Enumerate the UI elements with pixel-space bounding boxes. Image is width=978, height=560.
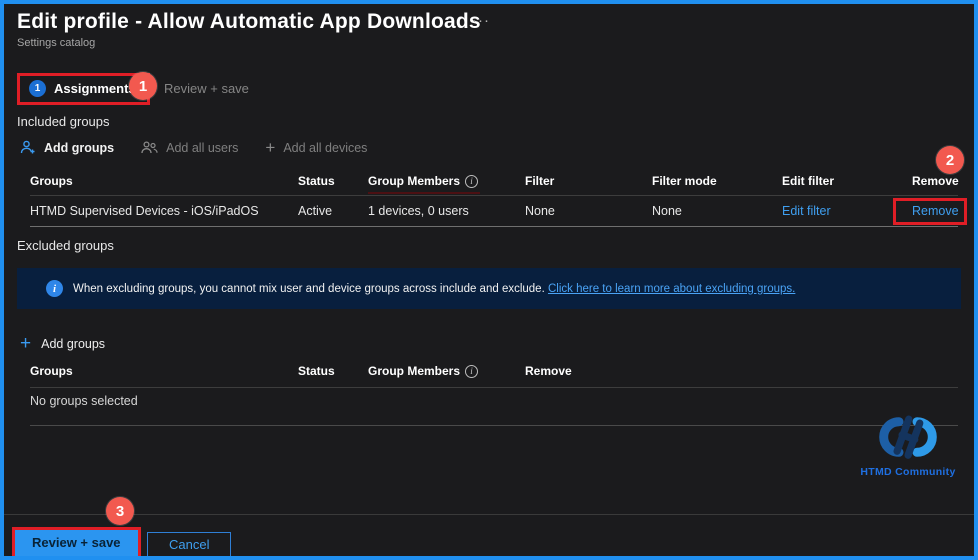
divider xyxy=(4,514,974,515)
annotation-badge-1: 1 xyxy=(129,72,157,100)
cell-filter-mode: None xyxy=(652,204,682,218)
add-all-devices-label: Add all devices xyxy=(283,140,368,155)
divider xyxy=(30,387,958,388)
more-options-icon[interactable]: ··· xyxy=(472,12,490,29)
col-groups[interactable]: Groups xyxy=(30,174,298,188)
add-all-devices-button[interactable]: + Add all devices xyxy=(265,139,367,156)
excluded-add-groups-label: Add groups xyxy=(41,336,106,351)
people-icon xyxy=(141,140,158,155)
col-remove[interactable]: Remove xyxy=(525,364,645,378)
htmd-logo-icon xyxy=(879,415,937,459)
col-status[interactable]: Status xyxy=(298,364,368,378)
info-icon: i xyxy=(46,280,63,297)
review-save-button[interactable]: Review + save xyxy=(15,530,138,556)
banner-text: When excluding groups, you cannot mix us… xyxy=(73,282,796,295)
htmd-community-logo: HTMD Community xyxy=(854,410,962,478)
plus-icon: + xyxy=(265,138,276,157)
cell-status: Active xyxy=(298,204,333,218)
excluded-groups-heading: Excluded groups xyxy=(17,238,114,253)
col-edit-filter[interactable]: Edit filter xyxy=(782,174,912,188)
step-number-icon: 1 xyxy=(29,80,46,97)
divider xyxy=(30,226,958,227)
add-all-users-label: Add all users xyxy=(166,140,239,155)
annotation-box-review-save: Review + save xyxy=(12,527,141,556)
col-group-members[interactable]: Group Members i xyxy=(368,364,525,378)
edit-profile-window: Edit profile - Allow Automatic App Downl… xyxy=(0,0,978,560)
info-icon: i xyxy=(465,174,479,188)
tab-review-save[interactable]: Review + save xyxy=(164,81,249,96)
tab-assignments-label: Assignments xyxy=(54,81,136,96)
add-groups-button[interactable]: Add groups xyxy=(20,140,114,155)
col-filter-mode[interactable]: Filter mode xyxy=(652,174,782,188)
col-groups[interactable]: Groups xyxy=(30,364,298,378)
page-subtitle: Settings catalog xyxy=(17,37,96,49)
info-banner: i When excluding groups, you cannot mix … xyxy=(17,268,961,309)
page-title: Edit profile - Allow Automatic App Downl… xyxy=(17,10,481,33)
info-icon: i xyxy=(465,364,479,378)
excluded-table-header: Groups Status Group Members i Remove xyxy=(30,364,958,378)
annotation-badge-2: 2 xyxy=(936,146,964,174)
col-status[interactable]: Status xyxy=(298,174,368,188)
cancel-button[interactable]: Cancel xyxy=(147,532,232,556)
excluded-add-groups-button[interactable]: + Add groups xyxy=(20,334,105,353)
add-groups-label: Add groups xyxy=(44,140,115,155)
cell-members: 1 devices, 0 users xyxy=(368,204,469,218)
learn-more-link[interactable]: Click here to learn more about excluding… xyxy=(548,283,795,295)
included-toolbar: Add groups Add all users + Add all devic… xyxy=(20,139,367,156)
table-row[interactable]: HTMD Supervised Devices - iOS/iPadOS Act… xyxy=(30,198,959,224)
included-groups-heading: Included groups xyxy=(17,114,110,129)
divider xyxy=(30,195,958,196)
plus-icon: + xyxy=(20,333,32,354)
annotation-box-remove xyxy=(893,198,967,225)
col-remove[interactable]: Remove xyxy=(912,174,961,188)
col-filter[interactable]: Filter xyxy=(525,174,652,188)
included-table-header: Groups Status Group Members i Filter Fil… xyxy=(30,174,961,188)
cell-filter: None xyxy=(525,204,555,218)
divider xyxy=(30,425,958,426)
col-group-members[interactable]: Group Members i xyxy=(368,174,525,188)
annotation-badge-3: 3 xyxy=(106,497,134,525)
cell-group-name: HTMD Supervised Devices - iOS/iPadOS xyxy=(30,204,259,218)
add-all-users-button[interactable]: Add all users xyxy=(141,140,238,155)
person-add-icon xyxy=(20,140,36,155)
empty-state-text: No groups selected xyxy=(30,394,138,408)
logo-text: HTMD Community xyxy=(860,466,956,478)
annotation-underline xyxy=(368,192,480,194)
